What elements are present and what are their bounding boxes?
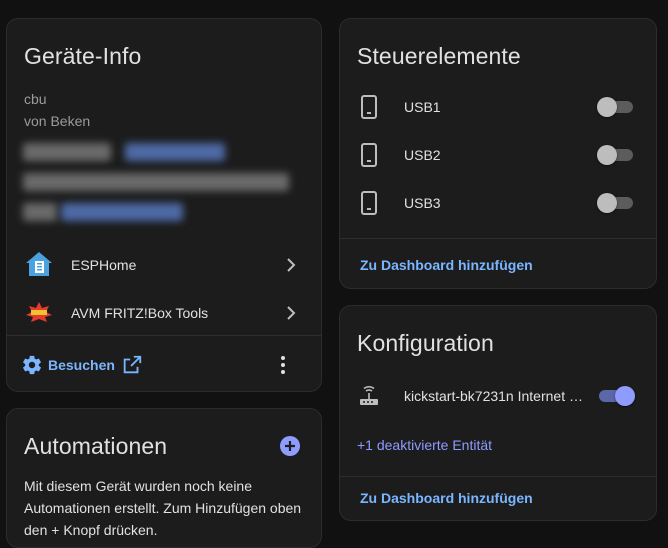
- config-label-internet: kickstart-bk7231n Internet …: [404, 388, 583, 404]
- config-row-internet: kickstart-bk7231n Internet …: [340, 374, 656, 418]
- control-row-usb1: USB1: [340, 85, 656, 129]
- redacted-connection-line: [23, 143, 111, 161]
- toggle-usb1[interactable]: [597, 96, 635, 118]
- toggle-knob: [597, 193, 617, 213]
- device-info-title: Geräte-Info: [24, 43, 142, 69]
- visit-button[interactable]: Besuchen: [19, 349, 142, 381]
- chevron-right-icon: [287, 306, 296, 320]
- toggle-knob: [597, 97, 617, 117]
- more-vertical-icon[interactable]: [271, 353, 295, 377]
- control-label-usb2: USB2: [404, 147, 441, 163]
- control-row-usb2: USB2: [340, 133, 656, 177]
- automations-card: Automationen Mit diesem Gerät wurden noc…: [6, 408, 322, 548]
- controls-title: Steuerelemente: [357, 43, 521, 69]
- toggle-usb3[interactable]: [597, 192, 635, 214]
- redacted-firmware-line: [23, 173, 289, 191]
- chevron-right-icon: [287, 258, 296, 272]
- integration-row-fritzbox[interactable]: AVM FRITZ!Box Tools: [7, 289, 321, 337]
- card-divider: [340, 238, 656, 239]
- integration-label-fritzbox: AVM FRITZ!Box Tools: [71, 305, 209, 321]
- integration-row-esphome[interactable]: ESPHome: [7, 241, 321, 289]
- gear-icon: [23, 355, 41, 375]
- control-label-usb1: USB1: [404, 99, 441, 115]
- cellphone-icon: [361, 191, 377, 215]
- controls-card: Steuerelemente USB1 USB2 USB3 Zu Dashboa…: [339, 18, 657, 289]
- automations-empty-text: Mit diesem Gerät wurden noch keine Autom…: [24, 478, 302, 538]
- device-manufacturer: von Beken: [24, 113, 91, 129]
- router-wireless-icon: [360, 386, 378, 405]
- configuration-card: Konfiguration kickstart-bk7231n Internet…: [339, 305, 657, 521]
- external-link-icon: [123, 355, 142, 374]
- cellphone-icon: [361, 95, 377, 119]
- configuration-title: Konfiguration: [357, 330, 494, 356]
- control-row-usb3: USB3: [340, 181, 656, 225]
- toggle-knob: [615, 386, 635, 406]
- redacted-mac-label: [23, 203, 57, 221]
- toggle-internet[interactable]: [597, 385, 635, 407]
- visit-label: Besuchen: [48, 357, 115, 373]
- redacted-connection-link: [125, 143, 225, 161]
- toggle-usb2[interactable]: [597, 144, 635, 166]
- add-to-dashboard-link[interactable]: Zu Dashboard hinzufügen: [360, 490, 533, 506]
- disabled-entities-link[interactable]: +1 deaktivierte Entität: [357, 437, 492, 453]
- card-divider: [7, 335, 321, 336]
- automations-title: Automationen: [24, 433, 168, 459]
- redacted-mac-link: [61, 203, 183, 221]
- esphome-icon: [26, 252, 52, 276]
- device-info-card: Geräte-Info cbu von Beken ESPHome AVM FR…: [6, 18, 322, 392]
- add-to-dashboard-link[interactable]: Zu Dashboard hinzufügen: [360, 257, 533, 273]
- control-label-usb3: USB3: [404, 195, 441, 211]
- cellphone-icon: [361, 143, 377, 167]
- card-divider: [340, 476, 656, 477]
- plus-circle-icon[interactable]: [279, 435, 301, 457]
- fritzbox-icon: [26, 302, 52, 322]
- toggle-knob: [597, 145, 617, 165]
- integration-label-esphome: ESPHome: [71, 257, 137, 273]
- device-model: cbu: [24, 91, 47, 107]
